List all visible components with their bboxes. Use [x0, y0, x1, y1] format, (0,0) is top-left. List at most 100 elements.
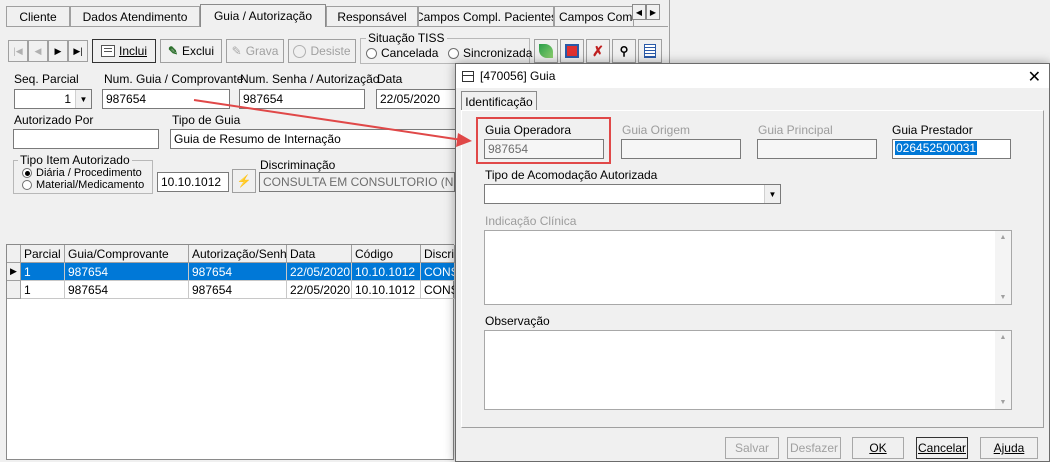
- data-label: Data: [377, 72, 403, 86]
- tipo-guia-label: Tipo de Guia: [172, 113, 241, 127]
- tab-identificacao[interactable]: Identificação: [461, 91, 537, 111]
- delete-record-icon: ✎: [167, 44, 179, 58]
- scroll-up-icon[interactable]: ▲: [1000, 234, 1007, 241]
- incluir-button[interactable]: Inclui: [92, 39, 156, 63]
- col-autorizacao-senha[interactable]: Autorização/Senha: [189, 245, 287, 263]
- scroll-up-icon[interactable]: ▲: [1000, 334, 1007, 341]
- tab-campos-compl-pacientes[interactable]: Campos Compl. Pacientes: [418, 6, 554, 26]
- radio-material-icon: [22, 180, 32, 190]
- num-senha-label: Num. Senha / Autorização: [240, 72, 380, 86]
- radio-cancelada[interactable]: Cancelada: [366, 46, 438, 60]
- autorizado-por-input[interactable]: [13, 129, 159, 149]
- dialog-title: [470056] Guia: [480, 69, 556, 83]
- codigo-input[interactable]: 10.10.1012: [157, 172, 229, 192]
- cell-guia: 987654: [65, 263, 189, 281]
- dialog-titlebar: [470056] Guia ✕: [456, 64, 1049, 88]
- chevron-down-icon[interactable]: ▼: [75, 90, 91, 108]
- data-input[interactable]: 22/05/2020: [376, 89, 456, 109]
- radio-cancelada-icon: [366, 47, 377, 59]
- cancel-document-icon[interactable]: ✗: [586, 39, 610, 63]
- cell-codigo: 10.10.1012: [352, 263, 421, 281]
- col-codigo[interactable]: Código: [352, 245, 421, 263]
- leaf-icon[interactable]: [534, 39, 558, 63]
- radio-diaria-procedimento[interactable]: Diária / Procedimento: [22, 167, 142, 179]
- cell-parcial: 1: [21, 263, 65, 281]
- num-guia-input[interactable]: 987654: [102, 89, 230, 109]
- guia-principal-input[interactable]: [757, 139, 877, 159]
- guia-prestador-input[interactable]: 026452500031: [892, 139, 1011, 159]
- gravar-button[interactable]: ✎ Grava: [226, 39, 284, 63]
- salvar-button[interactable]: Salvar: [725, 437, 779, 459]
- cell-data: 22/05/2020: [287, 263, 352, 281]
- nav-prev-icon[interactable]: ◀: [28, 40, 48, 62]
- indicacao-clinica-textarea[interactable]: ▲ ▼: [484, 230, 1012, 305]
- close-icon[interactable]: ✕: [1028, 67, 1041, 87]
- desistir-button[interactable]: Desiste: [288, 39, 356, 63]
- desfazer-button[interactable]: Desfazer: [787, 437, 841, 459]
- radio-sincronizada[interactable]: Sincronizada: [448, 46, 532, 60]
- nav-next-icon[interactable]: ▶: [48, 40, 68, 62]
- tipo-item-title: Tipo Item Autorizado: [18, 153, 132, 167]
- cancelar-button[interactable]: Cancelar: [916, 437, 968, 459]
- guia-origem-label: Guia Origem: [622, 123, 691, 137]
- desistir-label: Desiste: [310, 44, 351, 58]
- ajuda-label: Ajuda: [993, 441, 1025, 455]
- cell-parcial: 1: [21, 281, 65, 299]
- radio-sincronizada-icon: [448, 47, 459, 59]
- indicacao-clinica-label: Indicação Clínica: [485, 214, 577, 228]
- lightning-icon[interactable]: ⚡: [232, 169, 256, 193]
- situacao-tiss-title: Situação TISS: [366, 31, 447, 45]
- observacao-scrollbar[interactable]: ▲ ▼: [995, 331, 1011, 409]
- scroll-down-icon[interactable]: ▼: [1000, 294, 1007, 301]
- cell-autorizacao: 987654: [189, 281, 287, 299]
- col-discriminacao[interactable]: Discrimin: [421, 245, 455, 263]
- save-icon: ✎: [231, 44, 242, 58]
- discriminacao-label: Discriminação: [260, 158, 336, 172]
- ajuda-button[interactable]: Ajuda: [980, 437, 1038, 459]
- seq-parcial-select[interactable]: 1 ▼: [14, 89, 92, 109]
- tab-guia-autorizacao[interactable]: Guia / Autorização: [200, 4, 326, 27]
- radio-material-label: Material/Medicamento: [36, 179, 145, 191]
- seq-parcial-label: Seq. Parcial: [14, 72, 79, 86]
- tab-cliente[interactable]: Cliente: [6, 6, 70, 26]
- col-data[interactable]: Data: [287, 245, 352, 263]
- tipo-acomodacao-select[interactable]: ▼: [484, 184, 781, 204]
- document-list-icon[interactable]: [638, 39, 662, 63]
- tab-responsavel[interactable]: Responsável: [326, 6, 418, 26]
- tipo-acomodacao-label: Tipo de Acomodação Autorizada: [485, 168, 658, 182]
- tab-scroll-right-icon[interactable]: ▶: [646, 4, 660, 20]
- nav-first-icon[interactable]: |◀: [8, 40, 28, 62]
- col-parcial[interactable]: Parcial: [21, 245, 65, 263]
- col-guia-comprovante[interactable]: Guia/Comprovante: [65, 245, 189, 263]
- scroll-down-icon[interactable]: ▼: [1000, 399, 1007, 406]
- binoculars-icon[interactable]: ⚲: [612, 39, 636, 63]
- chevron-down-icon[interactable]: ▼: [764, 185, 780, 203]
- ok-button[interactable]: OK: [852, 437, 904, 459]
- add-record-icon: [100, 45, 115, 57]
- tab-dados-atendimento[interactable]: Dados Atendimento: [70, 6, 200, 26]
- radio-material-medicamento[interactable]: Material/Medicamento: [22, 179, 144, 191]
- guia-operadora-input[interactable]: 987654: [484, 139, 604, 159]
- observacao-textarea[interactable]: ▲ ▼: [484, 330, 1012, 410]
- gravar-label: Grava: [245, 44, 279, 58]
- tab-campos-compl-a[interactable]: Campos Compl. A: [554, 6, 634, 26]
- cell-data: 22/05/2020: [287, 281, 352, 299]
- guia-origem-input[interactable]: [621, 139, 741, 159]
- print-icon[interactable]: [560, 39, 584, 63]
- cell-codigo: 10.10.1012: [352, 281, 421, 299]
- num-senha-input[interactable]: 987654: [239, 89, 365, 109]
- tab-scroll-left-icon[interactable]: ◀: [632, 4, 646, 20]
- excluir-label: Exclui: [182, 44, 215, 58]
- nav-last-icon[interactable]: ▶|: [68, 40, 88, 62]
- observacao-label: Observação: [485, 314, 550, 328]
- row-indicator: [7, 281, 21, 299]
- cell-discriminacao: CONSU: [421, 281, 455, 299]
- tipo-guia-input[interactable]: Guia de Resumo de Internação: [170, 129, 456, 149]
- radio-cancelada-label: Cancelada: [381, 46, 439, 60]
- guia-operadora-label: Guia Operadora: [485, 123, 572, 137]
- excluir-button[interactable]: ✎ Exclui: [160, 39, 222, 63]
- discriminacao-input[interactable]: CONSULTA EM CONSULTORIO (NO HO: [259, 172, 455, 192]
- indicacao-scrollbar[interactable]: ▲ ▼: [995, 231, 1011, 304]
- guia-dialog: [470056] Guia ✕ Identificação Guia Opera…: [455, 63, 1050, 462]
- autorizado-por-label: Autorizado Por: [14, 113, 94, 127]
